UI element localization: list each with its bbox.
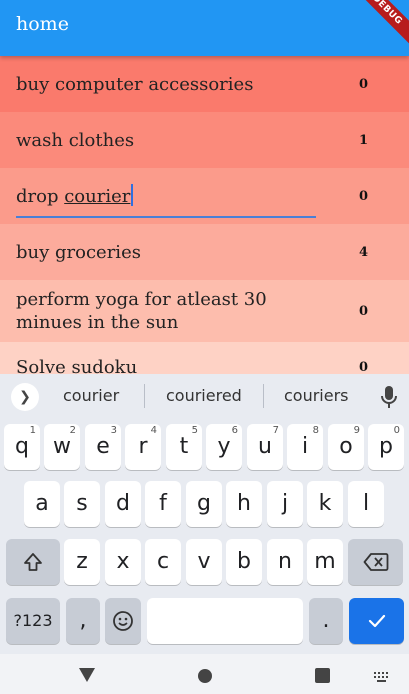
key-s[interactable]: s bbox=[64, 481, 100, 527]
key-r[interactable]: r4 bbox=[125, 424, 161, 470]
emoji-icon bbox=[113, 611, 133, 631]
key-hint: 5 bbox=[191, 425, 198, 436]
key-g[interactable]: g bbox=[186, 481, 222, 527]
backspace-key[interactable] bbox=[348, 539, 403, 585]
shift-icon bbox=[24, 553, 42, 571]
key-m[interactable]: m bbox=[307, 539, 343, 585]
key-hint: 8 bbox=[312, 425, 319, 436]
key-hint: 3 bbox=[110, 425, 117, 436]
suggestion-item[interactable]: couriered bbox=[166, 386, 242, 405]
key-j[interactable]: j bbox=[267, 481, 303, 527]
key-e[interactable]: e3 bbox=[85, 424, 121, 470]
key-l[interactable]: l bbox=[348, 481, 384, 527]
checkmark-icon bbox=[368, 614, 385, 628]
app-bar: home DEBUG bbox=[0, 0, 409, 56]
key-label: w bbox=[53, 434, 71, 459]
todo-title: buy computer accessories bbox=[16, 73, 254, 95]
enter-key[interactable] bbox=[349, 598, 404, 644]
key-label: e bbox=[96, 434, 110, 459]
key-k[interactable]: k bbox=[307, 481, 343, 527]
shift-key[interactable] bbox=[6, 539, 60, 585]
period-key[interactable]: . bbox=[309, 598, 343, 644]
todo-count: 1 bbox=[359, 132, 369, 148]
text-caret bbox=[131, 184, 134, 206]
key-hint: 6 bbox=[231, 425, 238, 436]
key-a[interactable]: a bbox=[24, 481, 60, 527]
emoji-key[interactable] bbox=[105, 598, 141, 644]
key-h[interactable]: h bbox=[226, 481, 262, 527]
todo-count: 0 bbox=[359, 360, 369, 374]
system-nav-bar bbox=[0, 654, 409, 694]
suggestion-divider bbox=[144, 384, 145, 408]
key-hint: 1 bbox=[29, 425, 36, 436]
todo-row[interactable]: wash clothes 1 bbox=[0, 112, 409, 168]
key-w[interactable]: w2 bbox=[44, 424, 80, 470]
key-hint: 4 bbox=[150, 425, 157, 436]
key-d[interactable]: d bbox=[105, 481, 141, 527]
todo-row[interactable]: buy computer accessories 0 bbox=[0, 56, 409, 112]
todo-row[interactable]: perform yoga for atleast 30 minues in th… bbox=[0, 280, 409, 342]
todo-row[interactable]: Solve sudoku 0 bbox=[0, 342, 409, 374]
mic-icon[interactable] bbox=[380, 385, 398, 409]
keyboard-switch-icon[interactable] bbox=[372, 666, 392, 684]
key-label: t bbox=[179, 434, 189, 459]
page-title: home bbox=[16, 13, 69, 35]
suggestion-bar: ❯ courier couriered couriers bbox=[0, 374, 409, 418]
key-label: r bbox=[138, 434, 148, 459]
comma-key[interactable]: , bbox=[66, 598, 100, 644]
todo-row-editing[interactable]: drop courier 0 bbox=[0, 168, 409, 224]
debug-banner: DEBUG bbox=[344, 0, 409, 53]
key-n[interactable]: n bbox=[267, 539, 303, 585]
key-hint: 9 bbox=[353, 425, 360, 436]
key-f[interactable]: f bbox=[145, 481, 181, 527]
circle-home-icon[interactable] bbox=[195, 666, 215, 684]
todo-title-input[interactable]: drop courier bbox=[16, 176, 316, 218]
square-recents-icon[interactable] bbox=[313, 666, 333, 684]
key-y[interactable]: y6 bbox=[206, 424, 242, 470]
key-z[interactable]: z bbox=[64, 539, 100, 585]
soft-keyboard: ❯ courier couriered couriers q1 w2 e3 r4… bbox=[0, 374, 409, 654]
backspace-icon bbox=[363, 553, 388, 571]
todo-row[interactable]: buy groceries 4 bbox=[0, 224, 409, 280]
key-label: q bbox=[15, 434, 29, 459]
key-label: i bbox=[301, 434, 309, 459]
key-v[interactable]: v bbox=[186, 539, 222, 585]
suggestion-item[interactable]: couriers bbox=[284, 386, 349, 405]
todo-title: wash clothes bbox=[16, 129, 135, 151]
key-hint: 2 bbox=[69, 425, 76, 436]
key-hint: 0 bbox=[393, 425, 400, 436]
triangle-back-icon[interactable] bbox=[77, 666, 97, 684]
todo-count: 0 bbox=[359, 303, 369, 319]
key-b[interactable]: b bbox=[226, 539, 262, 585]
key-hint: 7 bbox=[272, 425, 279, 436]
input-composing-word: courier bbox=[64, 186, 131, 207]
suggestion-item[interactable]: courier bbox=[63, 386, 119, 405]
key-q[interactable]: q1 bbox=[4, 424, 40, 470]
key-u[interactable]: u7 bbox=[247, 424, 283, 470]
key-label: p bbox=[379, 434, 393, 459]
key-x[interactable]: x bbox=[105, 539, 141, 585]
space-key[interactable] bbox=[147, 598, 303, 644]
key-o[interactable]: o9 bbox=[328, 424, 364, 470]
symbols-key[interactable]: ?123 bbox=[6, 598, 60, 644]
key-c[interactable]: c bbox=[145, 539, 181, 585]
todo-count: 0 bbox=[359, 188, 369, 204]
chevron-right-icon[interactable]: ❯ bbox=[11, 383, 39, 411]
key-label: y bbox=[217, 434, 231, 459]
key-i[interactable]: i8 bbox=[287, 424, 323, 470]
suggestion-divider bbox=[263, 384, 264, 408]
todo-title: buy groceries bbox=[16, 241, 141, 263]
input-text-prefix: drop bbox=[16, 186, 65, 207]
key-p[interactable]: p0 bbox=[368, 424, 404, 470]
todo-count: 4 bbox=[359, 244, 369, 260]
todo-title: perform yoga for atleast 30 minues in th… bbox=[16, 289, 267, 333]
todo-count: 0 bbox=[359, 76, 369, 92]
key-label: o bbox=[339, 434, 353, 459]
key-t[interactable]: t5 bbox=[166, 424, 202, 470]
todo-title: Solve sudoku bbox=[16, 357, 138, 374]
key-label: u bbox=[258, 434, 272, 459]
todo-list: buy computer accessories 0 wash clothes … bbox=[0, 56, 409, 374]
